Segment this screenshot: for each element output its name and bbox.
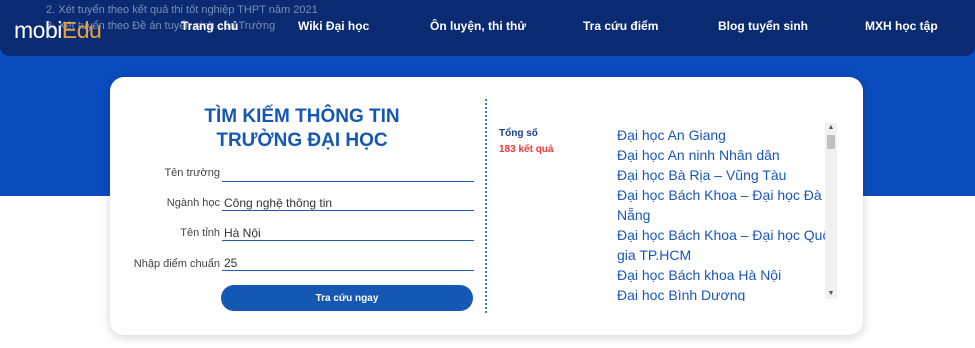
list-item[interactable]: Đại học Bách Khoa – Đại học Quốc gia TP.…	[617, 225, 839, 265]
list-item[interactable]: Đại học An ninh Nhân dân	[617, 145, 839, 165]
school-name-label: Tên trường	[164, 167, 220, 179]
logo-text-accent: Edu	[61, 17, 102, 43]
scroll-up-arrow-icon[interactable]: ▲	[825, 123, 837, 133]
search-card: TÌM KIẾM THÔNG TIN TRƯỜNG ĐẠI HỌC Tên tr…	[110, 77, 863, 335]
list-scrollbar[interactable]: ▲ ▼	[825, 123, 837, 299]
nav-item-score-lookup[interactable]: Tra cứu điểm	[583, 19, 658, 33]
nav-item-wiki[interactable]: Wiki Đại học	[298, 19, 369, 33]
list-item[interactable]: Đại học Bà Rịa – Vũng Tàu	[617, 165, 839, 185]
province-input[interactable]	[222, 225, 474, 241]
nav-item-social[interactable]: MXH học tập	[865, 19, 938, 33]
nav-item-blog[interactable]: Blog tuyển sinh	[718, 19, 808, 33]
list-item[interactable]: Đại học Bách khoa Hà Nội	[617, 265, 839, 285]
mobiedu-logo[interactable]: mobiEdu	[14, 17, 102, 43]
list-item[interactable]: Đại học Bách Khoa – Đại học Đà Nẵng	[617, 185, 839, 225]
nav-item-home[interactable]: Trang chủ	[181, 19, 238, 33]
logo-text-main: mobi	[14, 17, 62, 43]
list-item[interactable]: Đại học Bình Dương	[617, 285, 839, 301]
score-label: Nhập điểm chuẩn	[133, 258, 220, 270]
scroll-down-arrow-icon[interactable]: ▼	[825, 289, 837, 299]
province-label: Tên tỉnh	[180, 227, 220, 239]
overlay-text-line: 2. Xét tuyển theo kết quả thi tốt nghiệp…	[46, 4, 318, 16]
total-label: Tổng số	[499, 128, 538, 139]
score-input[interactable]	[222, 255, 474, 271]
vertical-divider	[485, 99, 487, 313]
search-title: TÌM KIẾM THÔNG TIN TRƯỜNG ĐẠI HỌC	[172, 105, 432, 153]
major-label: Ngành học	[166, 197, 220, 209]
search-title-line: TÌM KIẾM THÔNG TIN	[204, 106, 400, 127]
school-name-input[interactable]	[222, 166, 474, 182]
scrollbar-thumb[interactable]	[827, 135, 835, 149]
university-list[interactable]: Đại học An Giang Đại học An ninh Nhân dâ…	[617, 125, 839, 301]
list-item[interactable]: Đại học An Giang	[617, 125, 839, 145]
search-title-line: TRƯỜNG ĐẠI HỌC	[216, 130, 388, 151]
major-input[interactable]	[222, 195, 474, 211]
total-count: 183 kết quả	[499, 144, 554, 155]
search-button[interactable]: Tra cứu ngay	[221, 285, 473, 311]
nav-item-practice[interactable]: Ôn luyện, thi thử	[430, 19, 526, 33]
